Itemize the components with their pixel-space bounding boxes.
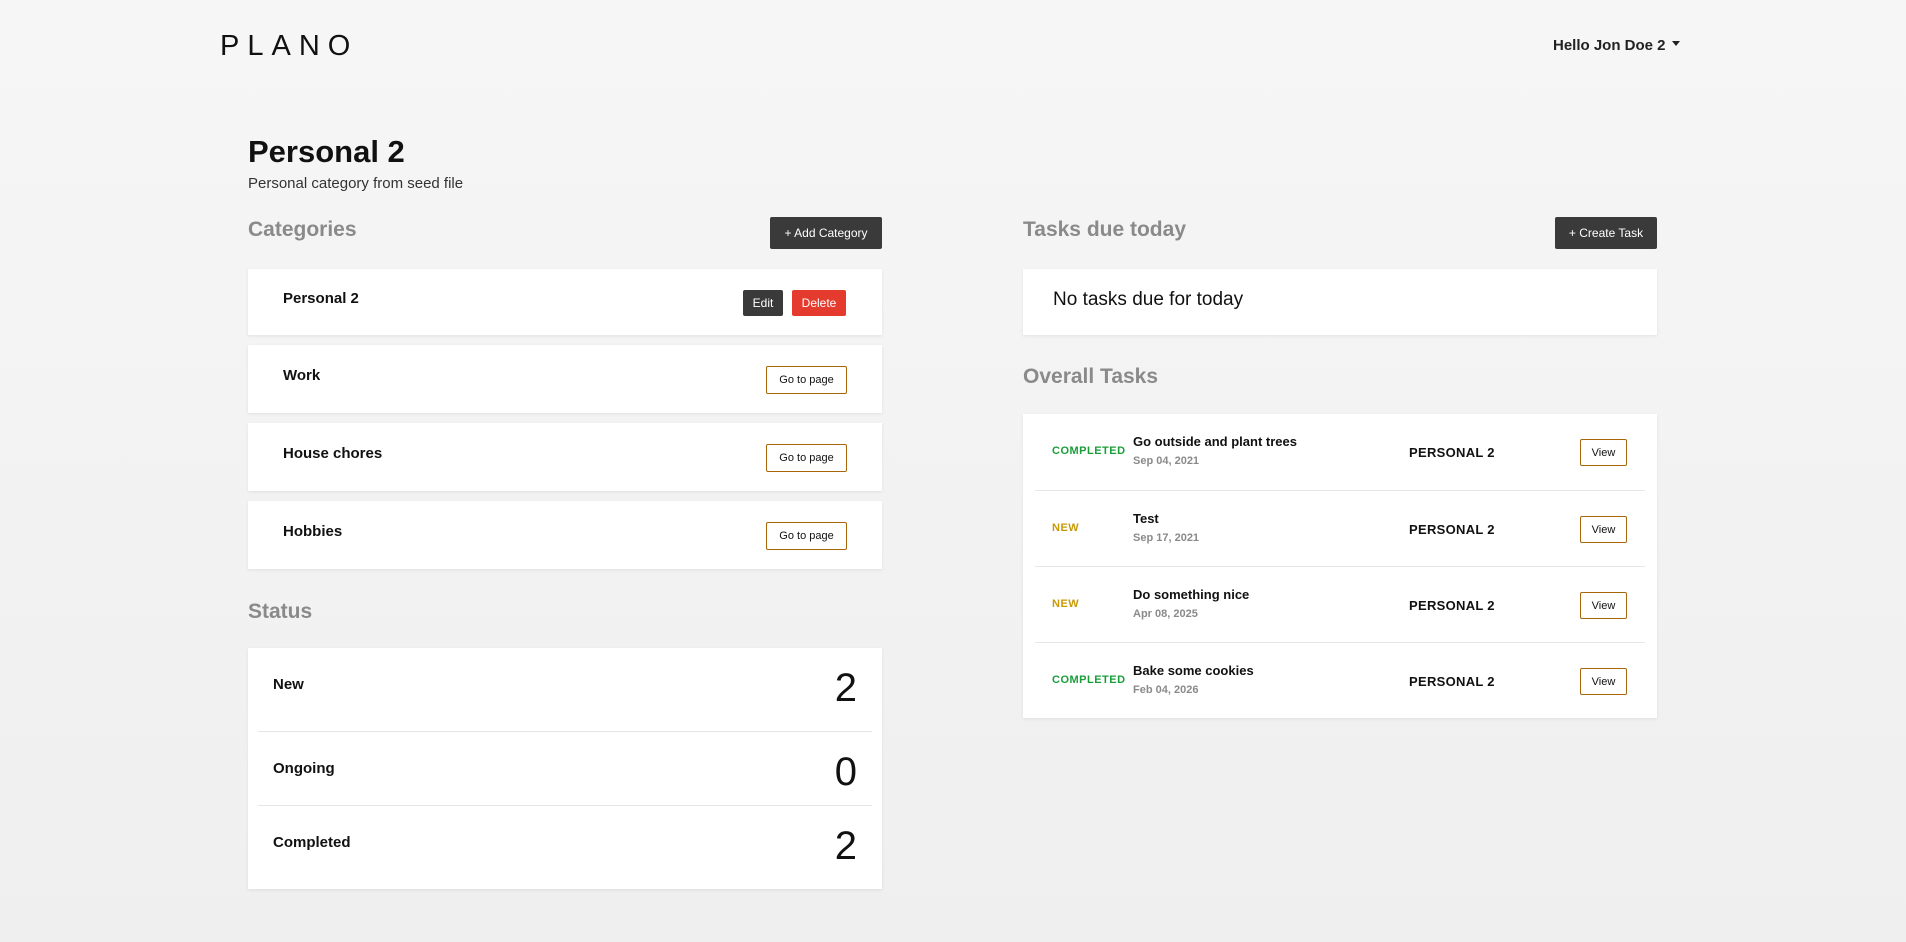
task-date: Sep 17, 2021 [1133,532,1200,544]
status-heading: Status [248,600,313,623]
overall-tasks-heading: Overall Tasks [1023,365,1159,388]
user-greeting: Hello Jon Doe 2 [1553,37,1666,54]
view-task-button[interactable]: View [1580,516,1627,543]
task-status-badge: NEW [1052,598,1080,610]
no-tasks-message: No tasks due for today [1053,289,1244,310]
category-name: Work [283,367,321,384]
category-name: House chores [283,445,383,462]
delete-category-button[interactable]: Delete [792,290,846,316]
view-task-button[interactable]: View [1580,668,1627,695]
task-category: PERSONAL 2 [1409,445,1495,460]
status-count: 2 [834,824,857,868]
task-date: Feb 04, 2026 [1133,684,1199,696]
create-task-button[interactable]: + Create Task [1555,217,1657,249]
task-row: NEW Test Sep 17, 2021 PERSONAL 2 View [1035,490,1645,566]
view-task-button[interactable]: View [1580,439,1627,466]
status-row-completed: Completed 2 [258,805,872,879]
task-title: Bake some cookies [1133,663,1254,678]
task-date: Apr 08, 2025 [1133,608,1198,620]
category-name: Personal 2 [283,290,359,307]
add-category-button[interactable]: + Add Category [770,217,882,249]
tasks-due-card: No tasks due for today [1023,269,1657,335]
category-card-house-chores: House chores Go to page [248,423,882,491]
category-card-personal-2: Personal 2 Edit Delete [248,269,882,335]
caret-down-icon [1671,41,1680,46]
go-to-page-button[interactable]: Go to page [766,366,847,394]
status-label: New [273,676,304,693]
status-count: 2 [834,666,857,710]
edit-category-button[interactable]: Edit [743,290,783,316]
status-count: 0 [834,750,857,794]
task-category: PERSONAL 2 [1409,598,1495,613]
navbar: PLANO Hello Jon Doe 2 [0,0,1906,95]
task-category: PERSONAL 2 [1409,522,1495,537]
task-date: Sep 04, 2021 [1133,455,1200,467]
task-row: COMPLETED Go outside and plant trees Sep 0… [1035,414,1645,490]
overall-tasks-card: COMPLETED Go outside and plant trees Sep 0… [1023,414,1657,718]
category-card-work: Work Go to page [248,345,882,413]
task-status-badge: NEW [1052,522,1080,534]
status-label: Completed [273,834,351,851]
user-menu-dropdown[interactable]: Hello Jon Doe 2 [1553,37,1680,54]
category-card-hobbies: Hobbies Go to page [248,501,882,569]
status-card: New 2 Ongoing 0 Completed 2 [248,648,882,889]
go-to-page-button[interactable]: Go to page [766,444,847,472]
task-row: COMPLETED Bake some cookies Feb 04, 2026 PE… [1035,642,1645,718]
task-status-badge: COMPLETED [1052,445,1126,457]
tasks-due-heading: Tasks due today [1023,218,1186,241]
categories-heading: Categories [248,218,357,241]
task-title: Do something nice [1133,587,1250,602]
status-label: Ongoing [273,760,335,777]
task-status-badge: COMPLETED [1052,674,1126,686]
task-title: Test [1133,511,1159,526]
go-to-page-button[interactable]: Go to page [766,522,847,550]
page-title: Personal 2 [248,134,405,169]
status-row-new: New 2 [258,648,872,722]
task-title: Go outside and plant trees [1133,434,1297,449]
task-category: PERSONAL 2 [1409,674,1495,689]
app-logo[interactable]: PLANO [220,30,358,63]
category-name: Hobbies [283,523,343,540]
task-row: NEW Do something nice Apr 08, 2025 PERSONAL… [1035,566,1645,642]
view-task-button[interactable]: View [1580,592,1627,619]
page-subtitle: Personal category from seed file [248,175,464,192]
status-row-ongoing: Ongoing 0 [258,731,872,805]
